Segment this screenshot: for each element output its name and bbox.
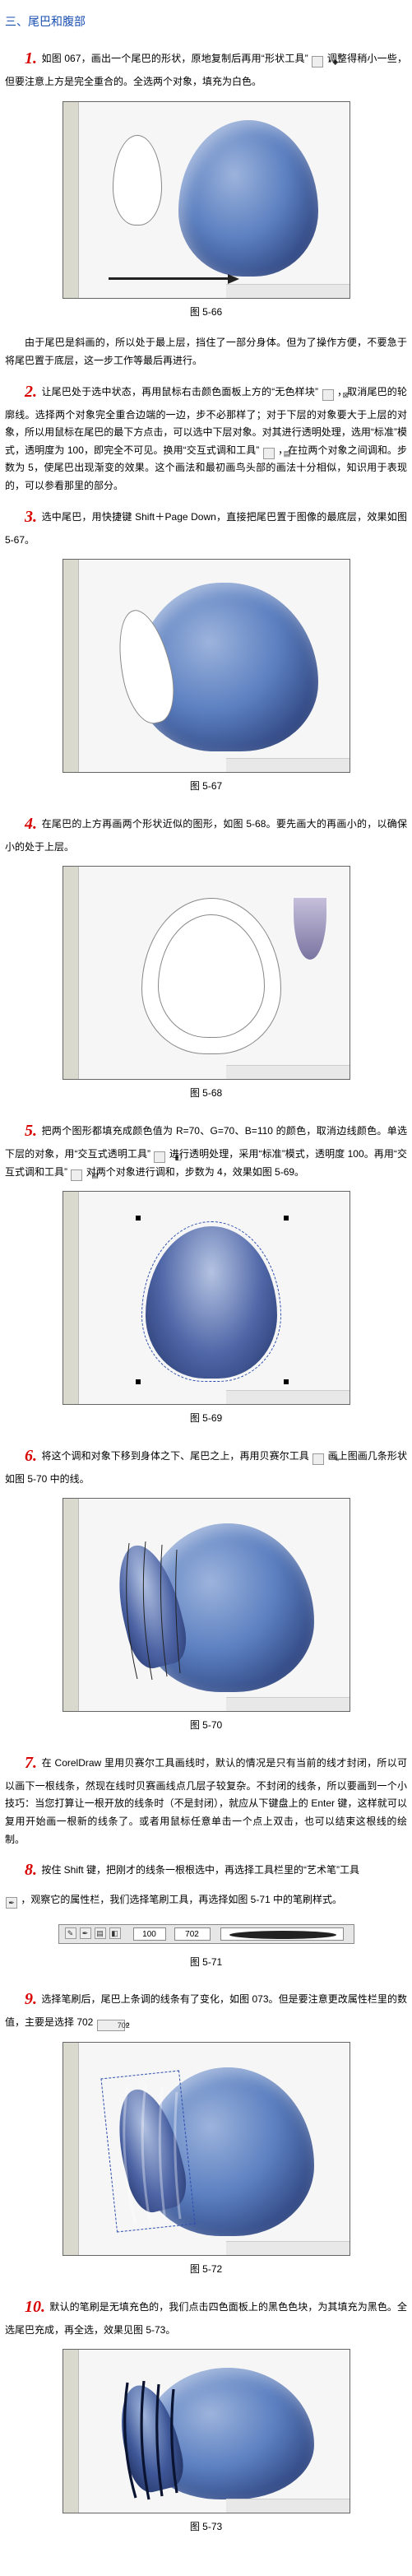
step-4-text: 在尾巴的上方再画两个形状近似的图形，如图 5-68。要先画大的再画小的，以确保小…: [5, 818, 407, 853]
step-6-paragraph: 6. 将这个调和对象下移到身体之下、尾巴之上，再用贝赛尔工具 ✎ 画上图画几条形…: [5, 1441, 407, 1489]
step-5-text-c: 对两个对象进行调和，步数为 4，效果如图 5-69。: [86, 1166, 304, 1178]
figure-5-68-image: [62, 866, 350, 1080]
figure-5-73-image: [62, 2349, 350, 2513]
step-number-9: 9.: [25, 1990, 37, 2008]
figure-5-67: [5, 559, 407, 773]
step-number-4: 4.: [25, 815, 37, 833]
figure-5-69-caption: 图 5-69: [5, 1410, 407, 1428]
step-number-6: 6.: [25, 1447, 37, 1465]
step-number-5: 5.: [25, 1122, 37, 1140]
step-8-paragraph: 8. 按住 Shift 键，把刚才的线条一根根选中，再选择工具栏里的“艺术笔”工…: [5, 1855, 407, 1885]
step-number-7: 7.: [25, 1754, 37, 1772]
step-7-paragraph: 7. 在 CorelDraw 里用贝赛尔工具画线时，默认的情况是只有当前的线才封…: [5, 1748, 407, 1848]
blend-tool-icon: ▤: [263, 448, 275, 459]
value-box-icon: 702: [97, 2020, 125, 2031]
figure-5-69-image: [62, 1191, 350, 1405]
paragraph-after-566: 由于尾巴是斜画的，所以处于最上层，挡住了一部分身体。但为了操作方便，不要急于将尾…: [5, 334, 407, 370]
step-3-paragraph: 3. 选中尾巴，用快捷键 Shift＋Page Down，直接把尾巴置于图像的最…: [5, 502, 407, 550]
figure-5-68-caption: 图 5-68: [5, 1085, 407, 1103]
step-number-2: 2.: [25, 383, 37, 401]
figure-5-71: ✎✒▤◧ 100 702: [5, 1919, 407, 1949]
figure-5-67-image: [62, 559, 350, 773]
step-4-paragraph: 4. 在尾巴的上方再画两个形状近似的图形，如图 5-68。要先画大的再画小的，以…: [5, 809, 407, 857]
shape-tool-icon: ◆: [312, 56, 323, 67]
step-1-paragraph: 1. 如图 067，画出一个尾巴的形状，原地复制后再用“形状工具” ◆ 调整得稍…: [5, 44, 407, 91]
figure-5-66-caption: 图 5-66: [5, 304, 407, 322]
step-7-text: 在 CorelDraw 里用贝赛尔工具画线时，默认的情况是只有当前的线才封闭，所…: [5, 1757, 407, 1845]
figure-5-68: [5, 866, 407, 1080]
figure-5-72: [5, 2042, 407, 2256]
figure-5-70-caption: 图 5-70: [5, 1717, 407, 1735]
section-heading: 三、尾巴和腹部: [5, 12, 407, 32]
transparency-tool-icon: ◧: [154, 1151, 165, 1163]
step-9-paragraph: 9. 选择笔刷后，尾巴上条调的线条有了变化，如图 073。但是要注意更改属性栏里…: [5, 1984, 407, 2032]
step-number-1: 1.: [25, 49, 37, 67]
tail-black-lines-svg: [113, 2376, 193, 2501]
figure-5-70-image: [62, 1498, 350, 1712]
blend-tool-icon-2: ▤: [71, 1169, 82, 1181]
figure-5-73-caption: 图 5-73: [5, 2518, 407, 2536]
artistic-brush-tool-icon: ✒: [6, 1897, 17, 1909]
step-8b-text: ，观察它的属性栏，我们选择笔刷工具，再选择如图 5-71 中的笔刷样式。: [21, 1894, 342, 1905]
step-10-text: 默认的笔刷是无填充色的，我们点击四色面板上的黑色色块，为其填充为黑色。全选尾巴充…: [5, 2301, 407, 2336]
step-8-text: 按住 Shift 键，把刚才的线条一根根选中，再选择工具栏里的“艺术笔”工具: [41, 1864, 359, 1876]
figure-5-66: [5, 101, 407, 299]
step-1-text-a: 如图 067，画出一个尾巴的形状，原地复制后再用“形状工具”: [42, 53, 308, 64]
bezier-tool-icon: ✎: [312, 1453, 324, 1465]
figure-5-72-caption: 图 5-72: [5, 2261, 407, 2279]
step-number-10: 10.: [25, 2298, 45, 2316]
step-6-text-a: 将这个调和对象下移到身体之下、尾巴之上，再用贝赛尔工具: [41, 1450, 308, 1462]
figure-5-70: [5, 1498, 407, 1712]
figure-5-67-caption: 图 5-67: [5, 778, 407, 796]
step-3-text: 选中尾巴，用快捷键 Shift＋Page Down，直接把尾巴置于图像的最底层，…: [5, 511, 407, 546]
step-5-paragraph: 5. 把两个图形都填充成颜色值为 R=70、G=70、B=110 的颜色，取消边…: [5, 1116, 407, 1181]
no-color-swatch-icon: ⊠: [322, 389, 334, 401]
figure-5-66-image: [62, 101, 350, 299]
figure-5-71-image: ✎✒▤◧ 100 702: [58, 1924, 354, 1944]
step-2-paragraph: 2. 让尾巴处于选中状态，再用鼠标右击颜色面板上方的“无色样块” ⊠ ，取消尾巴…: [5, 377, 407, 495]
step-9-text: 选择笔刷后，尾巴上条调的线条有了变化，如图 073。但是要注意更改属性栏里的数值…: [5, 1993, 407, 2028]
step-2-text-a: 让尾巴处于选中状态，再用鼠标右击颜色面板上方的“无色样块”: [42, 386, 319, 398]
step-10-paragraph: 10. 默认的笔刷是无填充色的，我们点击四色面板上的黑色色块，为其填充为黑色。全…: [5, 2292, 407, 2340]
figure-5-72-image: [62, 2042, 350, 2256]
figure-5-73: [5, 2349, 407, 2513]
step-number-8: 8.: [25, 1861, 37, 1879]
figure-5-71-caption: 图 5-71: [5, 1954, 407, 1972]
step-number-3: 3.: [25, 508, 37, 526]
figure-5-69: [5, 1191, 407, 1405]
step-8b-paragraph: ✒ ，观察它的属性栏，我们选择笔刷工具，再选择如图 5-71 中的笔刷样式。: [5, 1891, 407, 1909]
tail-lines-svg: [113, 1535, 195, 1683]
